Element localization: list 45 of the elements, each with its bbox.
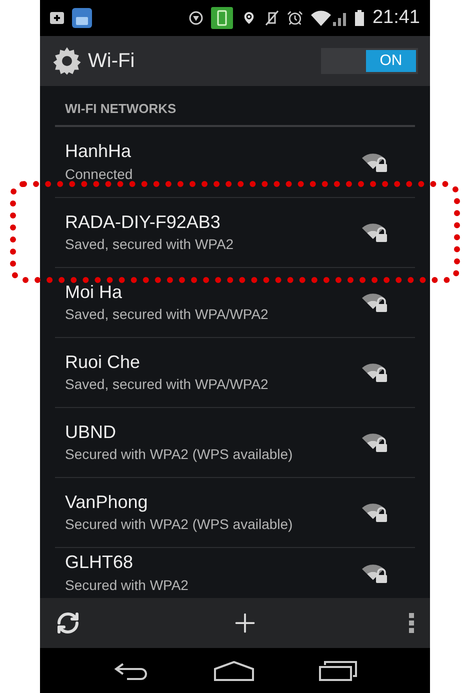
network-status: Secured with WPA2 (WPS available) bbox=[65, 446, 294, 464]
app-icon bbox=[72, 8, 92, 28]
network-name: Ruoi Che bbox=[65, 350, 142, 373]
signal-icon bbox=[311, 10, 348, 26]
network-item[interactable]: Moi Ha Saved, secured with WPA/WPA2 bbox=[55, 266, 415, 336]
wifi-lock-icon bbox=[361, 221, 389, 243]
wifi-lock-icon bbox=[361, 361, 389, 383]
menu-button[interactable] bbox=[409, 613, 414, 633]
section-header: WI-FI NETWORKS bbox=[55, 86, 415, 126]
wifi-lock-icon bbox=[361, 291, 389, 313]
network-name: Moi Ha bbox=[65, 280, 124, 303]
network-item[interactable]: VanPhong Secured with WPA2 (WPS available) bbox=[55, 476, 415, 546]
notification-icon bbox=[50, 12, 64, 24]
back-icon[interactable] bbox=[112, 660, 149, 680]
home-icon[interactable] bbox=[214, 660, 254, 680]
network-status: Saved, secured with WPA/WPA2 bbox=[65, 376, 270, 394]
network-name: HanhHa bbox=[65, 140, 132, 162]
network-item[interactable]: Ruoi Che Saved, secured with WPA/WPA2 bbox=[55, 336, 415, 406]
clock-time: 21:41 bbox=[372, 6, 420, 30]
more-icon bbox=[409, 613, 414, 633]
network-item[interactable]: RADA-DIY-F92AB3 Saved, secured with WPA2 bbox=[55, 196, 415, 266]
network-item[interactable]: UBND Secured with WPA2 (WPS available) bbox=[55, 406, 415, 476]
mute-icon bbox=[265, 10, 280, 26]
screen-title: Wi-Fi bbox=[88, 49, 136, 74]
wifi-lock-icon bbox=[361, 150, 389, 172]
settings-icon bbox=[52, 46, 82, 76]
network-status: Connected bbox=[65, 166, 134, 183]
phone-vibrate-icon bbox=[211, 7, 234, 29]
refresh-button[interactable] bbox=[56, 611, 80, 635]
network-item[interactable]: HanhHa Connected bbox=[55, 126, 415, 196]
recent-apps-icon[interactable] bbox=[319, 660, 358, 680]
wifi-lock-icon bbox=[361, 431, 389, 453]
battery-icon bbox=[355, 10, 364, 26]
network-name: VanPhong bbox=[65, 490, 149, 513]
network-status: Saved, secured with WPA2 bbox=[65, 236, 235, 254]
network-status: Secured with WPA2 (WPS available) bbox=[65, 516, 294, 534]
refresh-icon bbox=[56, 611, 80, 635]
alarm-icon bbox=[287, 10, 304, 26]
wifi-lock-icon bbox=[361, 501, 389, 523]
network-name: RADA-DIY-F92AB3 bbox=[65, 210, 222, 233]
wifi-lock-icon bbox=[361, 562, 389, 584]
network-status: Saved, secured with WPA/WPA2 bbox=[65, 306, 270, 324]
network-name: UBND bbox=[65, 420, 118, 443]
network-status: Secured with WPA2 bbox=[65, 576, 190, 594]
network-name: GLHT68 bbox=[65, 551, 134, 574]
